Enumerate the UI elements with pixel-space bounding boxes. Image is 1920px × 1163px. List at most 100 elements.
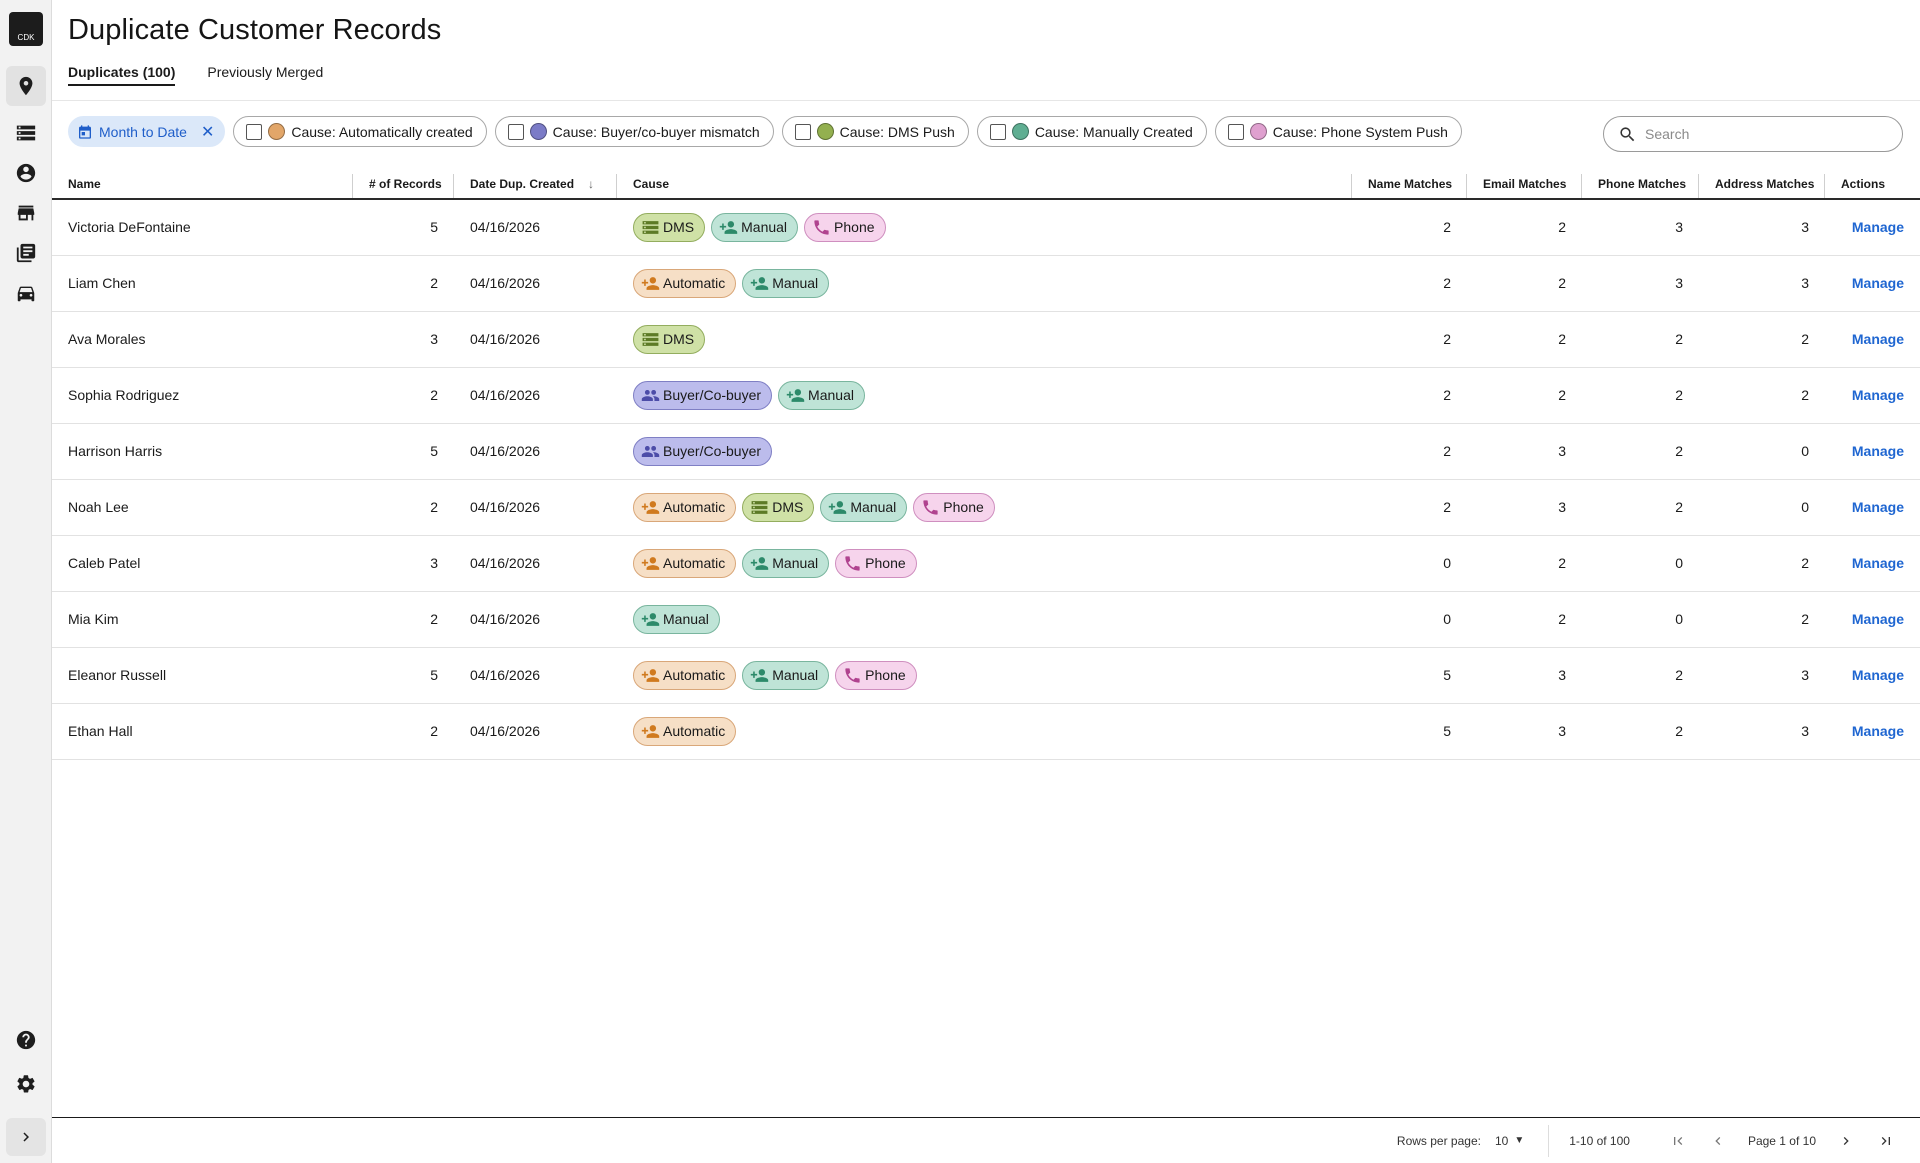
table-row[interactable]: Caleb Patel 3 04/16/2026 Automatic Manual…: [52, 535, 1920, 592]
table-row[interactable]: Ava Morales 3 04/16/2026 DMS 2 2 2 2 Man…: [52, 311, 1920, 368]
cell-records: 5: [353, 199, 454, 256]
manage-link[interactable]: Manage: [1825, 647, 1920, 704]
cause-tag-label: Phone: [834, 219, 875, 236]
manage-link[interactable]: Manage: [1825, 367, 1920, 424]
sidebar-expand-button[interactable]: [6, 1118, 46, 1156]
library-books-icon[interactable]: [12, 239, 40, 267]
cell-name-matches: 2: [1352, 199, 1467, 256]
cell-email-matches: 2: [1467, 311, 1582, 368]
cell-cause: Automatic: [617, 703, 1352, 760]
last-page-icon: [1881, 1136, 1890, 1145]
manage-link[interactable]: Manage: [1825, 591, 1920, 648]
cause-tag-label: DMS: [772, 499, 804, 515]
cause-tag-auto: Automatic: [633, 548, 737, 578]
manage-link[interactable]: Manage: [1825, 423, 1920, 480]
manage-link[interactable]: Manage: [1825, 703, 1920, 760]
header-date-created[interactable]: Date Dup. Created ↓: [454, 170, 617, 200]
filter-chip-automatic[interactable]: Cause: Automatically created: [233, 116, 487, 147]
cause-tag-dms: DMS: [633, 324, 706, 354]
manage-link[interactable]: Manage: [1825, 479, 1920, 536]
cause-tag-label: Manual: [772, 555, 819, 571]
cause-tag-manual: Manual: [711, 212, 799, 242]
cause-tag-label: Phone: [865, 555, 906, 571]
cause-tag-label: Buyer/Co-buyer: [663, 387, 762, 403]
cause-tag-label: DMS: [663, 331, 695, 347]
cell-phone-matches: 2: [1582, 367, 1699, 424]
header-records[interactable]: # of Records: [353, 170, 454, 200]
search-box[interactable]: [1603, 116, 1903, 152]
person-add-icon: [829, 500, 847, 514]
checkbox[interactable]: [1227, 123, 1244, 140]
storefront-icon[interactable]: [12, 199, 40, 227]
person-add-icon: [751, 556, 769, 570]
header-name[interactable]: Name: [52, 170, 353, 200]
prev-page-button[interactable]: [1705, 1128, 1731, 1154]
cell-date: 04/16/2026: [454, 703, 617, 760]
manage-link[interactable]: Manage: [1825, 199, 1920, 256]
filter-chip-dms-push[interactable]: Cause: DMS Push: [781, 116, 969, 147]
header-label: Cause: [633, 177, 670, 191]
filter-chip-phone-system[interactable]: Cause: Phone System Push: [1214, 116, 1462, 147]
table-row[interactable]: Victoria DeFontaine 5 04/16/2026 DMS Manu…: [52, 199, 1920, 256]
table-row[interactable]: Harrison Harris 5 04/16/2026 Buyer/Co-bu…: [52, 423, 1920, 480]
filter-chip-manually-created[interactable]: Cause: Manually Created: [976, 116, 1207, 147]
cdk-logo[interactable]: CDK: [9, 12, 43, 46]
header-phone-matches[interactable]: Phone Matches: [1582, 170, 1699, 200]
close-icon[interactable]: ✕: [201, 122, 214, 142]
sort-arrow-icon[interactable]: ↓: [588, 177, 594, 191]
cell-cause: Buyer/Co-buyer Manual: [617, 367, 1352, 424]
manage-link[interactable]: Manage: [1825, 535, 1920, 592]
tab-duplicates[interactable]: Duplicates (100): [68, 64, 176, 86]
cell-name-matches: 5: [1352, 647, 1467, 704]
cell-cause: Automatic Manual Phone: [617, 647, 1352, 704]
table-row[interactable]: Sophia Rodriguez 2 04/16/2026 Buyer/Co-b…: [52, 367, 1920, 424]
filter-chip-buyer-mismatch[interactable]: Cause: Buyer/co-buyer mismatch: [494, 116, 774, 147]
checkbox[interactable]: [794, 123, 811, 140]
table-row[interactable]: Liam Chen 2 04/16/2026 Automatic Manual 2…: [52, 255, 1920, 312]
cause-tag-label: DMS: [663, 219, 695, 236]
help-icon[interactable]: [12, 1026, 40, 1054]
search-input[interactable]: [1645, 126, 1885, 142]
cell-date: 04/16/2026: [454, 479, 617, 536]
cell-name-matches: 0: [1352, 535, 1467, 592]
manage-link[interactable]: Manage: [1825, 311, 1920, 368]
car-icon[interactable]: [12, 279, 40, 307]
gear-icon[interactable]: [12, 1070, 40, 1098]
header-email-matches[interactable]: Email Matches: [1467, 170, 1582, 200]
next-page-button[interactable]: [1833, 1128, 1859, 1154]
manage-link[interactable]: Manage: [1825, 255, 1920, 312]
date-filter-chip[interactable]: Month to Date ✕: [68, 116, 226, 147]
last-page-button[interactable]: [1873, 1128, 1899, 1154]
table-row[interactable]: Noah Lee 2 04/16/2026 Automatic DMS Manual…: [52, 479, 1920, 536]
cause-tag-label: Manual: [808, 387, 854, 403]
chevron-left-icon: [1715, 1136, 1721, 1145]
server-icon: [642, 332, 659, 346]
cell-email-matches: 2: [1467, 367, 1582, 424]
duplicates-table: Name # of Records Date Dup. Created ↓ Cau…: [52, 170, 1920, 760]
header-name-matches[interactable]: Name Matches: [1352, 170, 1467, 200]
account-circle-icon[interactable]: [12, 159, 40, 187]
cause-tag-auto: Automatic: [633, 660, 737, 690]
checkbox[interactable]: [246, 123, 263, 140]
table-body: Victoria DeFontaine 5 04/16/2026 DMS Manu…: [52, 199, 1920, 760]
checkbox[interactable]: [989, 123, 1006, 140]
server-icon[interactable]: [12, 119, 40, 147]
checkbox[interactable]: [507, 123, 524, 140]
location-pin-icon[interactable]: [6, 66, 46, 106]
cause-tag-label: Phone: [943, 499, 984, 515]
cell-name-matches: 2: [1352, 367, 1467, 424]
rows-per-page-label: Rows per page:: [1396, 1133, 1481, 1148]
first-page-button[interactable]: [1665, 1128, 1691, 1154]
cause-tag-auto: Automatic: [633, 492, 737, 522]
tab-previously-merged[interactable]: Previously Merged: [207, 64, 323, 86]
rows-per-page-select[interactable]: 10 ▼: [1495, 1134, 1524, 1148]
table-row[interactable]: Ethan Hall 2 04/16/2026 Automatic 5 3 2 …: [52, 703, 1920, 760]
cell-records: 2: [353, 591, 454, 648]
filter-chip-label: Cause: Manually Created: [1034, 123, 1193, 140]
table-row[interactable]: Eleanor Russell 5 04/16/2026 Automatic Ma…: [52, 647, 1920, 704]
header-cause[interactable]: Cause: [617, 170, 1352, 200]
header-address-matches[interactable]: Address Matches: [1699, 170, 1825, 200]
cause-tag-label: Manual: [741, 219, 788, 236]
cause-tag-phone: Phone: [835, 660, 917, 690]
table-row[interactable]: Mia Kim 2 04/16/2026 Manual 0 2 0 2 Mana…: [52, 591, 1920, 648]
